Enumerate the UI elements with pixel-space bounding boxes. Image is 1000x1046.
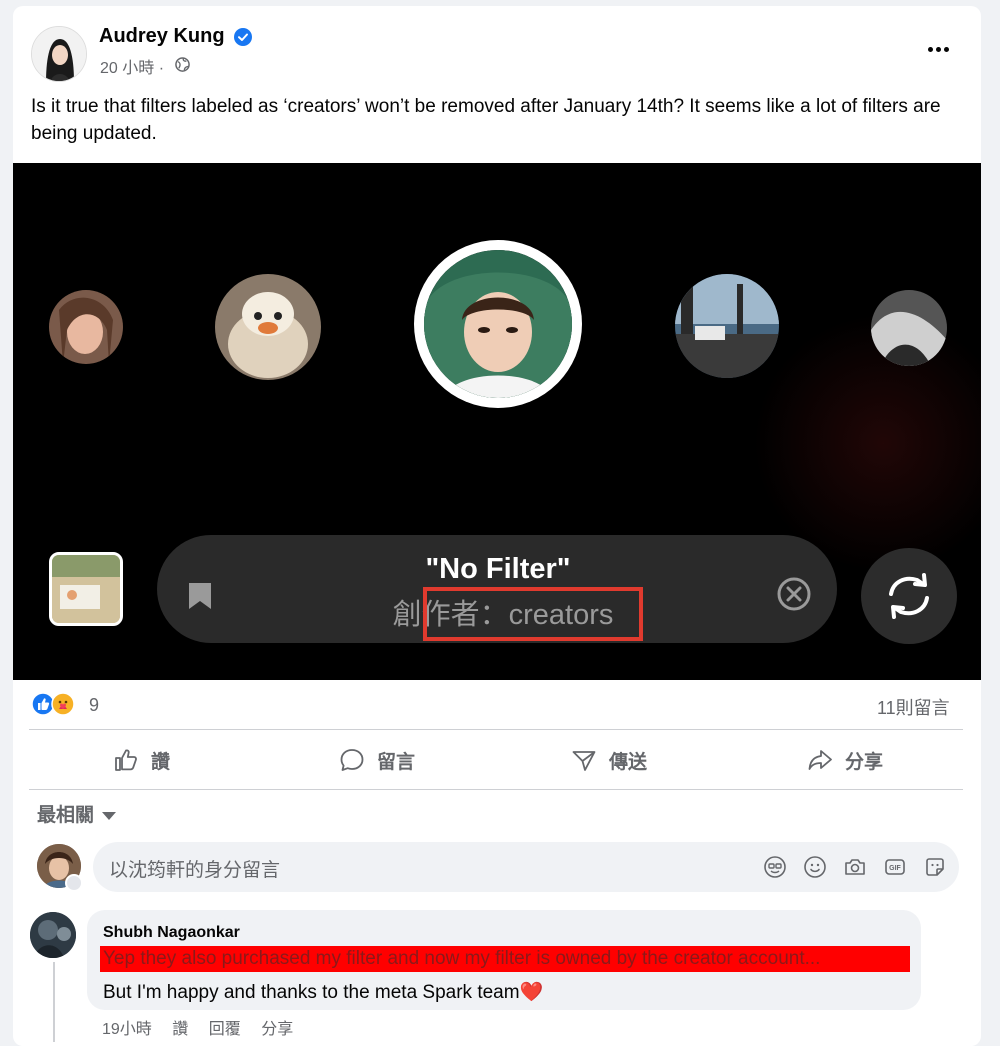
chevron-down-icon[interactable]: [65, 874, 83, 892]
post-text: Is it true that filters labeled as ‘crea…: [31, 96, 941, 144]
filter-thumbnail[interactable]: [215, 274, 321, 380]
filter-thumbnail[interactable]: [675, 274, 779, 378]
svg-text:GIF: GIF: [889, 865, 901, 872]
commenter-avatar[interactable]: [30, 912, 76, 958]
caret-down-icon: [102, 811, 117, 820]
reaction-count: 9: [89, 695, 100, 715]
comment-bubble: Shubh Nagaonkar Yep they also purchased …: [87, 910, 921, 1010]
sort-label: 最相關: [37, 805, 95, 826]
comment-input-placeholder: 以沈筠軒的身分留言: [109, 860, 281, 881]
flip-camera-icon: [889, 573, 929, 619]
post-header: Audrey Kung 20 小時 ·: [13, 6, 981, 86]
share-button-label: 分享: [845, 751, 884, 773]
background-glow: [753, 313, 981, 573]
divider: [29, 729, 963, 730]
filter-thumbnail[interactable]: [871, 290, 947, 366]
send-button-label: 傳送: [609, 751, 648, 773]
comment-like-link[interactable]: 讚: [172, 1021, 188, 1038]
verified-badge-icon: [234, 28, 252, 46]
heart-icon: ❤️: [519, 982, 544, 1003]
comment-timestamp[interactable]: 19小時: [102, 1021, 152, 1038]
clear-icon[interactable]: [776, 576, 812, 612]
divider: [29, 789, 963, 790]
comment-bubble-icon: [340, 749, 364, 771]
avatar-sticker-icon[interactable]: [763, 855, 787, 879]
flip-camera-button[interactable]: [861, 548, 957, 644]
dot-icon: [927, 46, 933, 52]
selected-filter[interactable]: [414, 240, 582, 408]
post-card: Audrey Kung 20 小時 · Is it true that filt…: [13, 6, 981, 1046]
comment-meta: 19小時 讚 回覆 分享: [102, 1015, 309, 1039]
globe-icon: [175, 57, 190, 72]
highlight-annotation: [423, 587, 643, 641]
emoji-icon[interactable]: [803, 855, 827, 879]
share-arrow-icon: [808, 750, 832, 770]
author-name[interactable]: Audrey Kung: [99, 25, 225, 48]
filter-thumbnail[interactable]: [49, 290, 123, 364]
like-button-label: 讚: [151, 751, 171, 773]
comment-count[interactable]: 11則留言: [877, 694, 950, 720]
comment-share-link[interactable]: 分享: [261, 1021, 293, 1038]
care-reaction-icon: [51, 692, 75, 716]
comment-reply-link[interactable]: 回覆: [209, 1021, 241, 1038]
comment-input[interactable]: 以沈筠軒的身分留言 GIF: [93, 842, 959, 892]
thumbs-up-icon: [115, 749, 137, 771]
comment-text: But I'm happy and thanks to the meta Spa…: [103, 982, 520, 1003]
comment-button-label: 留言: [377, 751, 416, 773]
send-icon: [572, 751, 596, 771]
dot-icon: [943, 46, 949, 52]
author-avatar[interactable]: [31, 26, 87, 82]
comment-text-line: But I'm happy and thanks to the meta Spa…: [103, 980, 543, 1004]
commenter-name[interactable]: Shubh Nagaonkar: [103, 924, 240, 942]
gif-icon[interactable]: GIF: [883, 855, 907, 879]
share-button[interactable]: 分享: [807, 742, 883, 778]
send-button[interactable]: 傳送: [571, 742, 647, 778]
like-button[interactable]: 讚: [113, 742, 170, 778]
gallery-thumbnail[interactable]: [49, 552, 123, 626]
camera-icon[interactable]: [843, 855, 867, 879]
more-options-button[interactable]: [919, 30, 957, 68]
filter-name: "No Filter": [425, 553, 571, 585]
comment-button[interactable]: 留言: [339, 742, 415, 778]
post-image[interactable]: "No Filter" 創作者：creators: [13, 163, 981, 680]
bookmark-icon[interactable]: [185, 581, 215, 611]
sticker-icon[interactable]: [923, 855, 947, 879]
selected-filter-preview: [424, 250, 572, 398]
dot-icon: [935, 46, 941, 52]
comment-thread-line: [53, 962, 55, 1042]
post-actions: 讚 留言 傳送 分享: [29, 734, 963, 786]
post-timestamp[interactable]: 20 小時 ·: [100, 54, 164, 78]
comment-sort-dropdown[interactable]: 最相關: [37, 800, 117, 827]
comment-text-line: Yep they also purchased my filter and no…: [103, 948, 821, 969]
